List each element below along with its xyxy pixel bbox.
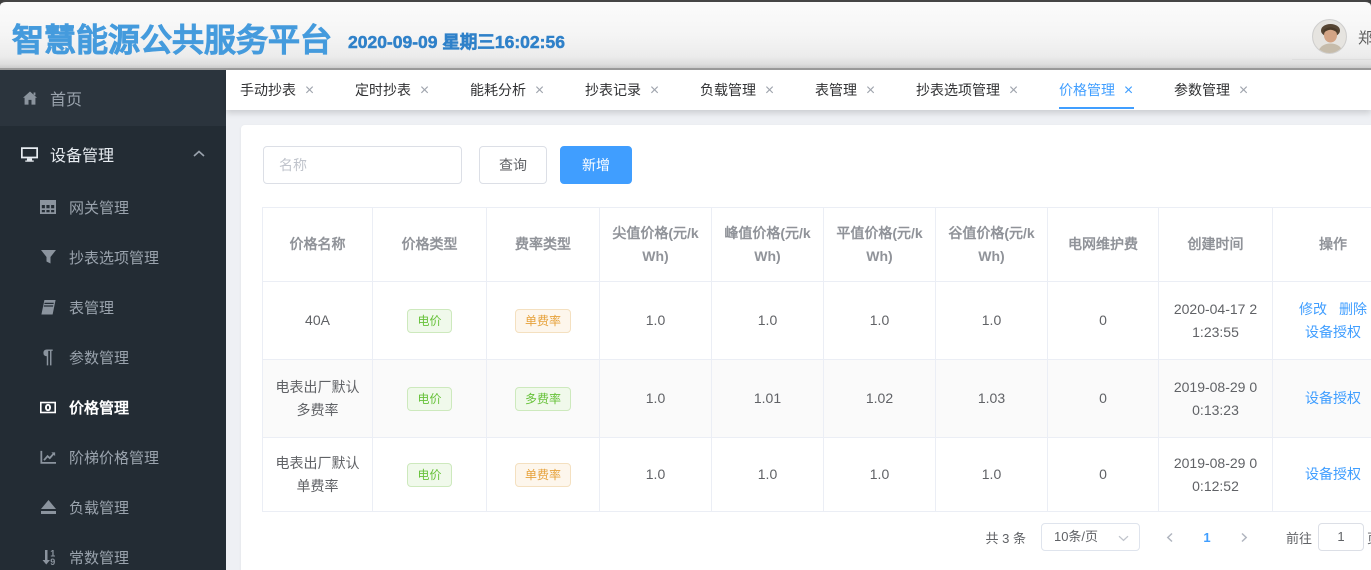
svg-text:9: 9 [50,557,55,565]
